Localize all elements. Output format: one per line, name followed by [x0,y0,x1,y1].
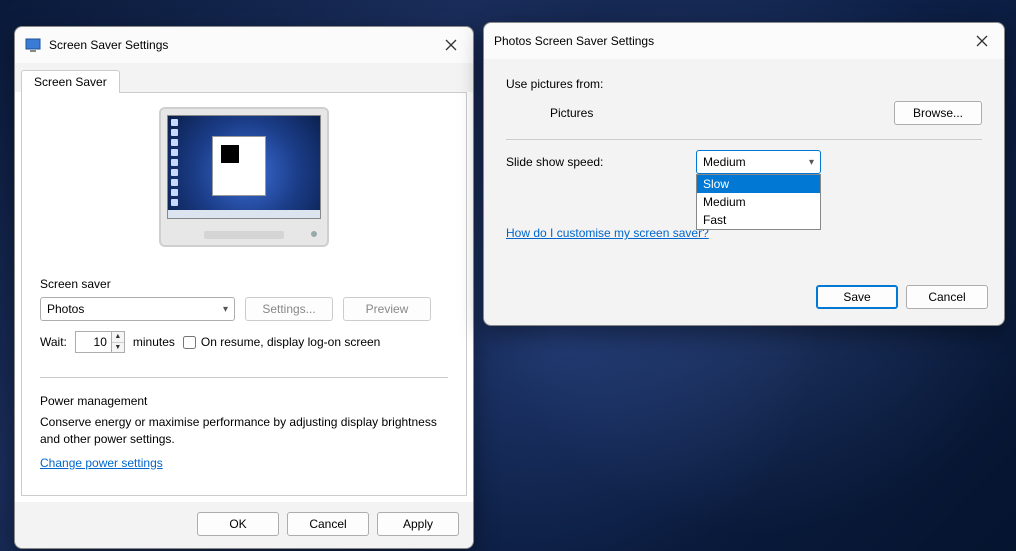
cancel-button[interactable]: Cancel [287,512,369,536]
photos-screen-saver-settings-dialog: Photos Screen Saver Settings Use picture… [483,22,1005,326]
speed-dropdown[interactable]: Medium ▾ [696,150,821,174]
dialog1-button-row: OK Cancel Apply [15,502,473,548]
speed-dropdown-list: Slow Medium Fast [696,174,821,230]
power-management-heading: Power management [40,394,448,408]
tab-screen-saver[interactable]: Screen Saver [21,70,120,93]
app-icon [25,37,41,53]
resume-checkbox-wrap[interactable]: On resume, display log-on screen [183,335,380,349]
screen-saver-settings-dialog: Screen Saver Settings Screen Saver [14,26,474,549]
screen-saver-group-label: Screen saver [40,277,448,291]
screensaver-dropdown-value: Photos [47,302,84,316]
screensaver-dropdown[interactable]: Photos ▾ [40,297,235,321]
close-icon[interactable] [439,33,463,57]
customise-help-link[interactable]: How do I customise my screen saver? [506,226,709,240]
wait-stepper[interactable]: ▲▼ [75,331,125,353]
close-icon[interactable] [970,29,994,53]
dialog2-button-row: Save Cancel [484,277,1004,325]
speed-dropdown-value: Medium [703,155,746,169]
wait-input[interactable] [75,331,111,353]
resume-checkbox-label: On resume, display log-on screen [201,335,380,349]
pictures-folder-value: Pictures [550,106,593,120]
dialog2-content: Use pictures from: Pictures Browse... Sl… [484,59,1004,277]
speed-label: Slide show speed: [506,155,696,169]
wait-minutes-label: minutes [133,335,175,349]
speed-option-medium[interactable]: Medium [697,193,820,211]
chevron-down-icon: ▾ [809,157,814,168]
divider [40,377,448,378]
power-management-description: Conserve energy or maximise performance … [40,414,448,448]
chevron-up-icon[interactable]: ▲ [112,332,124,343]
window-title: Screen Saver Settings [49,38,439,52]
apply-button[interactable]: Apply [377,512,459,536]
window-title: Photos Screen Saver Settings [494,34,970,48]
speed-option-fast[interactable]: Fast [697,211,820,229]
browse-button[interactable]: Browse... [894,101,982,125]
monitor-icon [159,107,329,247]
divider [506,139,982,140]
change-power-settings-link[interactable]: Change power settings [40,456,163,470]
chevron-down-icon: ▾ [223,304,228,315]
titlebar[interactable]: Screen Saver Settings [15,27,473,63]
settings-button[interactable]: Settings... [245,297,333,321]
ok-button[interactable]: OK [197,512,279,536]
wait-spin-buttons[interactable]: ▲▼ [111,331,125,353]
cancel-button[interactable]: Cancel [906,285,988,309]
resume-checkbox[interactable] [183,336,196,349]
titlebar[interactable]: Photos Screen Saver Settings [484,23,1004,59]
save-button[interactable]: Save [816,285,898,309]
use-pictures-label: Use pictures from: [506,77,982,91]
preview-button[interactable]: Preview [343,297,431,321]
wait-label: Wait: [40,335,67,349]
tab-pane: Screen saver Photos ▾ Settings... Previe… [21,92,467,496]
speed-option-slow[interactable]: Slow [697,175,820,193]
chevron-down-icon[interactable]: ▼ [112,343,124,353]
tabstrip: Screen Saver [15,63,473,92]
monitor-preview [40,107,448,247]
